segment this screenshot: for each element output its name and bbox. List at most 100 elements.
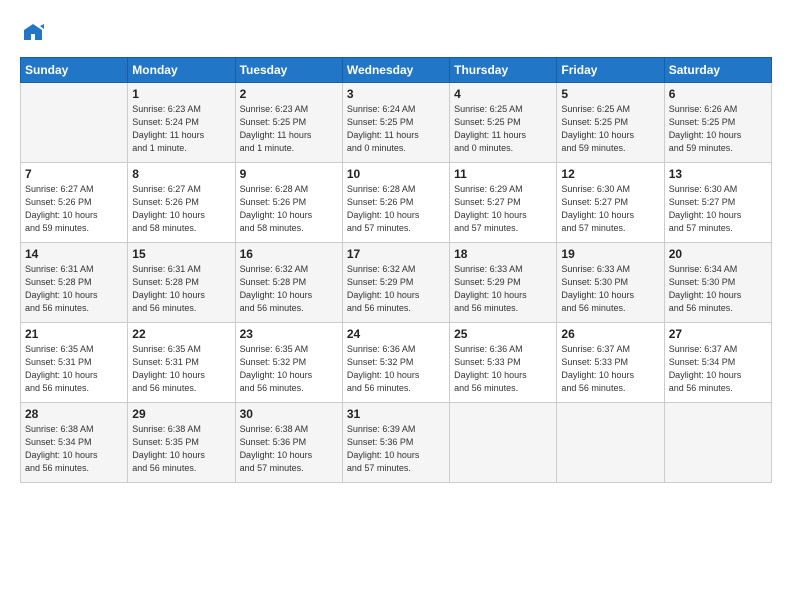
- day-info: Sunrise: 6:29 AMSunset: 5:27 PMDaylight:…: [454, 183, 552, 235]
- day-number: 3: [347, 87, 445, 101]
- day-info: Sunrise: 6:36 AMSunset: 5:33 PMDaylight:…: [454, 343, 552, 395]
- day-info: Sunrise: 6:33 AMSunset: 5:29 PMDaylight:…: [454, 263, 552, 315]
- day-info: Sunrise: 6:38 AMSunset: 5:35 PMDaylight:…: [132, 423, 230, 475]
- day-number: 29: [132, 407, 230, 421]
- cell-4-6: 26Sunrise: 6:37 AMSunset: 5:33 PMDayligh…: [557, 323, 664, 403]
- cell-2-4: 10 Sunrise: 6:28 AMSunset: 5:26 PMDayligh…: [342, 163, 449, 243]
- day-info: Sunrise: 6:23 AMSunset: 5:24 PMDaylight:…: [132, 103, 230, 155]
- cell-3-3: 16 Sunrise: 6:32 AMSunset: 5:28 PMDayligh…: [235, 243, 342, 323]
- day-info: Sunrise: 6:24 AMSunset: 5:25 PMDaylight:…: [347, 103, 445, 155]
- week-row-5: 28 Sunrise: 6:38 AMSunset: 5:34 PMDayligh…: [21, 403, 772, 483]
- cell-5-2: 29 Sunrise: 6:38 AMSunset: 5:35 PMDayligh…: [128, 403, 235, 483]
- day-number: 1: [132, 87, 230, 101]
- day-number: 7: [25, 167, 123, 181]
- day-number: 19: [561, 247, 659, 261]
- cell-4-3: 23 Sunrise: 6:35 AMSunset: 5:32 PMDayligh…: [235, 323, 342, 403]
- day-info: Sunrise: 6:37 AMSunset: 5:33 PMDaylight:…: [561, 343, 659, 395]
- day-info: Sunrise: 6:25 AMSunset: 5:25 PMDaylight:…: [561, 103, 659, 155]
- day-number: 24: [347, 327, 445, 341]
- week-row-2: 7 Sunrise: 6:27 AMSunset: 5:26 PMDaylight…: [21, 163, 772, 243]
- day-number: 2: [240, 87, 338, 101]
- cell-4-5: 25 Sunrise: 6:36 AMSunset: 5:33 PMDayligh…: [450, 323, 557, 403]
- day-number: 31: [347, 407, 445, 421]
- cell-5-1: 28 Sunrise: 6:38 AMSunset: 5:34 PMDayligh…: [21, 403, 128, 483]
- day-info: Sunrise: 6:32 AMSunset: 5:29 PMDaylight:…: [347, 263, 445, 315]
- col-header-saturday: Saturday: [664, 58, 771, 83]
- day-info: Sunrise: 6:27 AMSunset: 5:26 PMDaylight:…: [132, 183, 230, 235]
- day-info: Sunrise: 6:35 AMSunset: 5:32 PMDaylight:…: [240, 343, 338, 395]
- cell-3-1: 14 Sunrise: 6:31 AMSunset: 5:28 PMDayligh…: [21, 243, 128, 323]
- week-row-3: 14 Sunrise: 6:31 AMSunset: 5:28 PMDayligh…: [21, 243, 772, 323]
- week-row-4: 21 Sunrise: 6:35 AMSunset: 5:31 PMDayligh…: [21, 323, 772, 403]
- cell-2-2: 8 Sunrise: 6:27 AMSunset: 5:26 PMDaylight…: [128, 163, 235, 243]
- day-number: 27: [669, 327, 767, 341]
- day-number: 25: [454, 327, 552, 341]
- col-header-sunday: Sunday: [21, 58, 128, 83]
- day-number: 9: [240, 167, 338, 181]
- col-header-monday: Monday: [128, 58, 235, 83]
- col-header-wednesday: Wednesday: [342, 58, 449, 83]
- cell-2-7: 13 Sunrise: 6:30 AMSunset: 5:27 PMDayligh…: [664, 163, 771, 243]
- day-info: Sunrise: 6:25 AMSunset: 5:25 PMDaylight:…: [454, 103, 552, 155]
- day-number: 15: [132, 247, 230, 261]
- day-number: 21: [25, 327, 123, 341]
- header-row: SundayMondayTuesdayWednesdayThursdayFrid…: [21, 58, 772, 83]
- day-info: Sunrise: 6:31 AMSunset: 5:28 PMDaylight:…: [132, 263, 230, 315]
- cell-4-2: 22 Sunrise: 6:35 AMSunset: 5:31 PMDayligh…: [128, 323, 235, 403]
- page: SundayMondayTuesdayWednesdayThursdayFrid…: [0, 0, 792, 493]
- week-row-1: 1 Sunrise: 6:23 AMSunset: 5:24 PMDaylight…: [21, 83, 772, 163]
- day-info: Sunrise: 6:34 AMSunset: 5:30 PMDaylight:…: [669, 263, 767, 315]
- day-number: 5: [561, 87, 659, 101]
- cell-1-7: 6 Sunrise: 6:26 AMSunset: 5:25 PMDaylight…: [664, 83, 771, 163]
- day-info: Sunrise: 6:27 AMSunset: 5:26 PMDaylight:…: [25, 183, 123, 235]
- col-header-tuesday: Tuesday: [235, 58, 342, 83]
- day-info: Sunrise: 6:38 AMSunset: 5:34 PMDaylight:…: [25, 423, 123, 475]
- day-number: 30: [240, 407, 338, 421]
- day-info: Sunrise: 6:30 AMSunset: 5:27 PMDaylight:…: [669, 183, 767, 235]
- day-number: 22: [132, 327, 230, 341]
- day-info: Sunrise: 6:35 AMSunset: 5:31 PMDaylight:…: [25, 343, 123, 395]
- day-number: 28: [25, 407, 123, 421]
- day-info: Sunrise: 6:39 AMSunset: 5:36 PMDaylight:…: [347, 423, 445, 475]
- cell-3-2: 15 Sunrise: 6:31 AMSunset: 5:28 PMDayligh…: [128, 243, 235, 323]
- cell-1-4: 3 Sunrise: 6:24 AMSunset: 5:25 PMDaylight…: [342, 83, 449, 163]
- day-number: 16: [240, 247, 338, 261]
- day-number: 8: [132, 167, 230, 181]
- cell-2-6: 12 Sunrise: 6:30 AMSunset: 5:27 PMDayligh…: [557, 163, 664, 243]
- day-number: 4: [454, 87, 552, 101]
- cell-5-3: 30 Sunrise: 6:38 AMSunset: 5:36 PMDayligh…: [235, 403, 342, 483]
- day-info: Sunrise: 6:30 AMSunset: 5:27 PMDaylight:…: [561, 183, 659, 235]
- col-header-thursday: Thursday: [450, 58, 557, 83]
- day-info: Sunrise: 6:32 AMSunset: 5:28 PMDaylight:…: [240, 263, 338, 315]
- cell-2-3: 9Sunrise: 6:28 AMSunset: 5:26 PMDaylight…: [235, 163, 342, 243]
- cell-3-6: 19 Sunrise: 6:33 AMSunset: 5:30 PMDayligh…: [557, 243, 664, 323]
- day-number: 11: [454, 167, 552, 181]
- day-number: 12: [561, 167, 659, 181]
- header: [20, 18, 772, 49]
- day-number: 10: [347, 167, 445, 181]
- day-info: Sunrise: 6:26 AMSunset: 5:25 PMDaylight:…: [669, 103, 767, 155]
- cell-1-5: 4 Sunrise: 6:25 AMSunset: 5:25 PMDaylight…: [450, 83, 557, 163]
- day-info: Sunrise: 6:28 AMSunset: 5:26 PMDaylight:…: [347, 183, 445, 235]
- cell-4-1: 21 Sunrise: 6:35 AMSunset: 5:31 PMDayligh…: [21, 323, 128, 403]
- cell-3-7: 20 Sunrise: 6:34 AMSunset: 5:30 PMDayligh…: [664, 243, 771, 323]
- cell-5-4: 31 Sunrise: 6:39 AMSunset: 5:36 PMDayligh…: [342, 403, 449, 483]
- day-info: Sunrise: 6:33 AMSunset: 5:30 PMDaylight:…: [561, 263, 659, 315]
- day-info: Sunrise: 6:38 AMSunset: 5:36 PMDaylight:…: [240, 423, 338, 475]
- day-number: 23: [240, 327, 338, 341]
- cell-1-1: [21, 83, 128, 163]
- day-info: Sunrise: 6:36 AMSunset: 5:32 PMDaylight:…: [347, 343, 445, 395]
- calendar-table: SundayMondayTuesdayWednesdayThursdayFrid…: [20, 57, 772, 483]
- cell-3-4: 17Sunrise: 6:32 AMSunset: 5:29 PMDayligh…: [342, 243, 449, 323]
- day-number: 14: [25, 247, 123, 261]
- cell-3-5: 18 Sunrise: 6:33 AMSunset: 5:29 PMDayligh…: [450, 243, 557, 323]
- day-number: 18: [454, 247, 552, 261]
- day-number: 13: [669, 167, 767, 181]
- day-info: Sunrise: 6:35 AMSunset: 5:31 PMDaylight:…: [132, 343, 230, 395]
- day-info: Sunrise: 6:31 AMSunset: 5:28 PMDaylight:…: [25, 263, 123, 315]
- day-number: 20: [669, 247, 767, 261]
- cell-1-3: 2Sunrise: 6:23 AMSunset: 5:25 PMDaylight…: [235, 83, 342, 163]
- day-number: 6: [669, 87, 767, 101]
- col-header-friday: Friday: [557, 58, 664, 83]
- cell-5-6: [557, 403, 664, 483]
